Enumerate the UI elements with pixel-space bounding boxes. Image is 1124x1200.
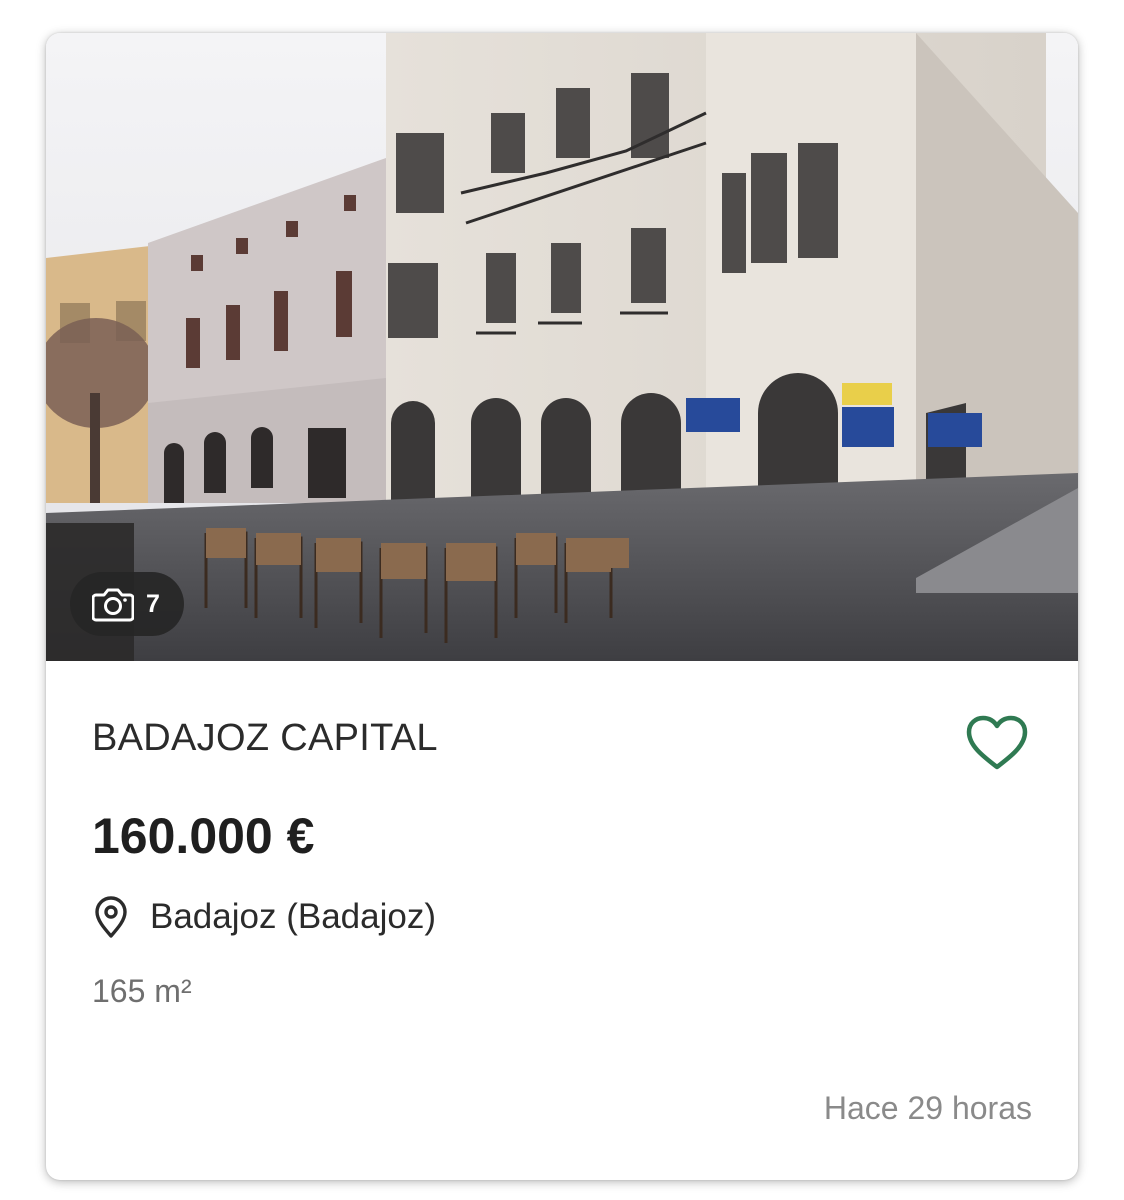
building-photo-image	[46, 33, 1078, 661]
listing-title[interactable]: BADAJOZ CAPITAL	[92, 717, 438, 760]
photo-count-text: 7	[146, 589, 160, 618]
map-pin-icon	[95, 896, 127, 938]
location-text: Badajoz (Badajoz)	[150, 897, 436, 936]
photo-count-badge[interactable]: 7	[70, 572, 184, 636]
listing-photo[interactable]: 7	[46, 33, 1078, 661]
listing-location: Badajoz (Badajoz)	[92, 895, 436, 939]
listing-price: 160.000 €	[92, 808, 315, 864]
posted-time: Hace 29 horas	[823, 1090, 1032, 1126]
listing-area: 165 m²	[92, 973, 192, 1009]
favorite-button[interactable]	[964, 714, 1030, 772]
listing-card[interactable]: 7 BADAJOZ CAPITAL 160.000 € Badajoz (Bad…	[46, 33, 1078, 1180]
camera-icon	[92, 588, 134, 622]
heart-outline-icon	[966, 715, 1028, 770]
